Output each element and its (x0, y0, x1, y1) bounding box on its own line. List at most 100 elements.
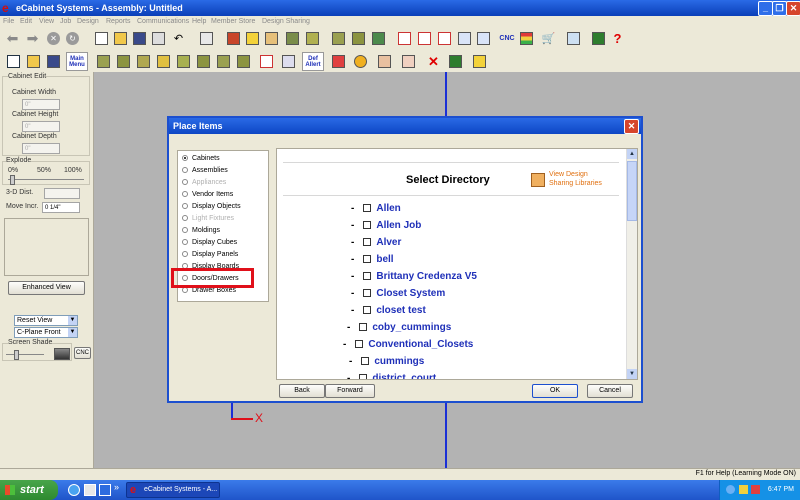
directory-item[interactable]: - Conventional_Closets (343, 337, 473, 353)
pencil-icon[interactable] (330, 53, 347, 70)
cabinet-frame-icon[interactable] (284, 30, 301, 47)
tools-icon[interactable] (198, 30, 215, 47)
menu-file[interactable]: File (3, 16, 14, 27)
shade-slider-thumb[interactable] (14, 350, 19, 360)
chevron-down-icon[interactable]: ▼ (68, 328, 77, 337)
category-display-panels[interactable]: Display Panels (182, 250, 238, 260)
minimize-button[interactable]: _ (758, 1, 773, 16)
calculator-icon[interactable] (436, 30, 453, 47)
checkbox-icon[interactable] (363, 221, 372, 230)
radio-icon[interactable] (182, 227, 188, 234)
directory-item[interactable]: - closet test (351, 303, 426, 319)
checkbox-icon[interactable] (359, 374, 368, 379)
scroll-thumb[interactable] (627, 161, 637, 221)
network-icon[interactable] (475, 30, 492, 47)
menu-reports[interactable]: Reports (106, 16, 131, 27)
upload-icon[interactable] (456, 30, 473, 47)
checkbox-icon[interactable] (363, 255, 372, 264)
menu-help[interactable]: Help (192, 16, 206, 27)
camera-icon[interactable] (447, 53, 464, 70)
save-icon[interactable] (131, 30, 148, 47)
directory-item[interactable]: - district_court (347, 371, 436, 379)
report-icon[interactable] (396, 30, 413, 47)
edit-panel-icon[interactable] (5, 53, 22, 70)
open-assembly-icon[interactable] (25, 53, 42, 70)
directory-item[interactable]: - Allen Job (351, 218, 421, 234)
directory-item[interactable]: - coby_cummings (347, 320, 451, 336)
color-bars-icon[interactable] (518, 30, 535, 47)
maximize-button[interactable]: ❐ (772, 1, 787, 16)
dialog-close-button[interactable]: ✕ (624, 119, 639, 134)
help-tray-icon[interactable] (726, 485, 735, 494)
layout-icon[interactable] (370, 30, 387, 47)
cabinet-depth-field[interactable]: 0" (22, 143, 60, 154)
tall-cabinet-icon[interactable] (135, 53, 152, 70)
table-icon[interactable] (400, 53, 417, 70)
ok-button[interactable]: OK (532, 384, 578, 398)
radio-icon[interactable] (182, 287, 188, 294)
chevron-right-icon[interactable]: » (114, 482, 119, 492)
close-window-button[interactable]: ✕ (786, 1, 800, 16)
corner-cabinet-icon[interactable] (155, 53, 172, 70)
category-moldings[interactable]: Moldings (182, 226, 220, 236)
settings-icon[interactable] (565, 30, 582, 47)
taskbar-app-button[interactable]: e eCabinet Systems - A... (126, 482, 220, 498)
menu-view[interactable]: View (39, 16, 54, 27)
directory-item[interactable]: - cummings (349, 354, 424, 370)
checkbox-icon[interactable] (359, 323, 368, 332)
directory-item[interactable]: - Brittany Credenza V5 (351, 269, 477, 285)
cancel-button[interactable]: Cancel (587, 384, 633, 398)
door-style-icon[interactable] (258, 53, 275, 70)
panel-icon[interactable] (304, 30, 321, 47)
monitor-icon[interactable] (590, 30, 607, 47)
forward-arrow-icon[interactable]: ➡ (24, 30, 41, 47)
radio-icon[interactable] (182, 167, 188, 174)
explorer-icon[interactable] (84, 484, 96, 496)
refresh-icon[interactable]: ↻ (64, 30, 81, 47)
checkbox-icon[interactable] (363, 238, 372, 247)
radio-selected-icon[interactable] (182, 155, 188, 162)
security-tray-icon[interactable] (751, 485, 760, 494)
app-title-bar[interactable]: e eCabinet Systems - Assembly: Untitled … (0, 0, 800, 16)
undo-icon[interactable]: ↶ (170, 30, 187, 47)
base-cabinet-icon[interactable] (95, 53, 112, 70)
directory-item[interactable]: - Alver (351, 235, 401, 251)
effects-icon[interactable] (244, 30, 261, 47)
category-display-objects[interactable]: Display Objects (182, 202, 241, 212)
shade-swatch[interactable] (54, 348, 70, 360)
browser-icon[interactable] (68, 484, 80, 496)
drawer-base-icon[interactable] (195, 53, 212, 70)
view-sharing-libraries-link[interactable]: View Design Sharing Libraries (531, 171, 621, 193)
forward-button[interactable]: Forward (325, 384, 375, 398)
network-tray-icon[interactable] (739, 485, 748, 494)
open-folder-icon[interactable] (112, 30, 129, 47)
sink-base-icon[interactable] (215, 53, 232, 70)
main-menu-button[interactable]: Main Menu (66, 52, 88, 71)
menu-edit[interactable]: Edit (20, 16, 32, 27)
scroll-down-icon[interactable]: ▼ (627, 369, 637, 379)
dist-3d-field[interactable] (44, 188, 80, 199)
cabinet-width-field[interactable]: 0" (22, 99, 60, 110)
view-select[interactable]: Reset View ▼ (14, 315, 78, 326)
cabinet-group-icon[interactable] (350, 30, 367, 47)
cart-icon[interactable]: 🛒 (540, 30, 557, 47)
grid-icon[interactable] (263, 30, 280, 47)
bookcase-icon[interactable] (235, 53, 252, 70)
checkbox-icon[interactable] (361, 357, 370, 366)
menu-member-store[interactable]: Member Store (211, 16, 255, 27)
help-icon[interactable]: ? (609, 30, 626, 47)
directory-item[interactable]: - Allen (351, 201, 401, 217)
material-icon[interactable] (225, 30, 242, 47)
radio-icon[interactable] (182, 239, 188, 246)
dialog-title-bar[interactable]: Place Items ✕ (169, 118, 641, 134)
document-icon[interactable] (416, 30, 433, 47)
checkbox-icon[interactable] (363, 306, 372, 315)
radio-icon[interactable] (182, 191, 188, 198)
directory-item[interactable]: - bell (351, 252, 394, 268)
stop-icon[interactable]: ✕ (45, 30, 62, 47)
category-assemblies[interactable]: Assemblies (182, 166, 228, 176)
checkbox-icon[interactable] (363, 272, 372, 281)
checkbox-icon[interactable] (363, 204, 372, 213)
explode-slider-track[interactable] (8, 179, 84, 180)
back-arrow-icon[interactable]: ⬅ (4, 30, 21, 47)
